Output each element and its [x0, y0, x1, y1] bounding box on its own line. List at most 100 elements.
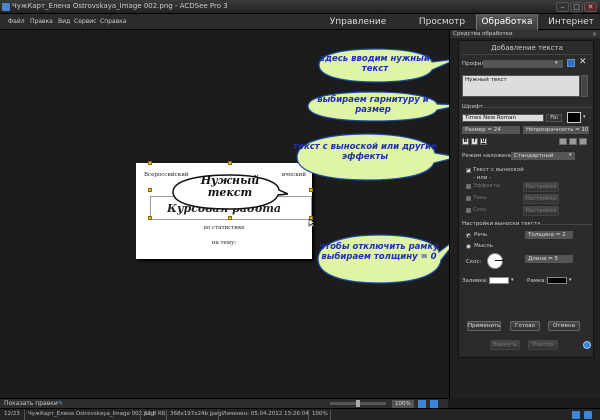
profile-select[interactable]	[483, 60, 563, 68]
resize-handle[interactable]	[148, 216, 152, 220]
thickness-slider[interactable]: Толщина = 2	[525, 231, 573, 239]
actual-size-icon[interactable]	[430, 400, 438, 408]
status-index: 12/23	[4, 411, 20, 417]
annotation-text-1: здесь вводим нужный текст	[320, 54, 430, 74]
annotation-callout-3: текст с выноской или другие эффекты	[293, 131, 459, 183]
text-input[interactable]: Нужный текст	[462, 75, 580, 97]
menu-mode-bar: Файл Правка Вид Сервис Справка Управлени…	[0, 14, 600, 30]
tab-manage[interactable]: Управление	[328, 14, 388, 30]
annotation-text-4: чтобы отключить рамку выбираем толщину =…	[319, 242, 439, 262]
resize-handle[interactable]	[148, 161, 152, 165]
frame-color-picker[interactable]	[547, 277, 567, 284]
menu-file[interactable]: Файл	[8, 18, 25, 25]
divider	[462, 54, 592, 55]
menu-edit[interactable]: Правка	[30, 18, 53, 25]
divider	[330, 410, 331, 420]
effects-checkbox[interactable]	[466, 184, 471, 189]
align-center-button[interactable]	[569, 138, 577, 145]
bevel-checkbox[interactable]	[466, 208, 471, 213]
bubble-text: Нужный текст	[200, 174, 260, 199]
resize-handle[interactable]	[309, 188, 313, 192]
effects-label: Эффекты	[473, 183, 501, 189]
resize-handle[interactable]	[228, 161, 232, 165]
status-bar: 12/23 ЧужКарт_Елена Ostrovskaya_Image 00…	[0, 408, 600, 420]
shadow-settings-button[interactable]: Настройки	[523, 194, 559, 204]
doc-line3: по статистике	[203, 225, 245, 231]
menu-view[interactable]: Вид	[58, 18, 70, 25]
add-text-tool: Добавление текста Профили ▾ ✕ Нужный тек…	[458, 40, 594, 358]
callout-checkbox[interactable]	[466, 166, 471, 173]
menu-help[interactable]: Справка	[100, 18, 126, 25]
status-dimensions: 368x197x24b jpeg	[170, 411, 222, 417]
redo-button[interactable]: Повтор	[528, 340, 558, 350]
done-button[interactable]: Готово	[510, 321, 540, 331]
undo-button[interactable]: Вернуть	[490, 340, 520, 350]
show-changes-button[interactable]: Показать правки	[4, 400, 58, 407]
bevel-label: Скос	[473, 207, 487, 213]
fill-color-picker[interactable]	[489, 277, 509, 284]
font-family-select[interactable]: Times New Roman	[462, 114, 544, 122]
align-left-button[interactable]	[559, 138, 567, 145]
speech-radio[interactable]	[466, 233, 471, 238]
minimize-button[interactable]: –	[556, 2, 569, 12]
fullscreen-icon[interactable]	[584, 411, 592, 419]
frame-label: Рамка:	[527, 278, 547, 284]
maximize-button[interactable]: □	[570, 2, 583, 12]
zoom-select[interactable]: 100%	[392, 400, 414, 408]
annotation-callout-1: здесь вводим нужный текст	[316, 46, 458, 84]
chevron-down-icon: ▾	[569, 277, 572, 283]
window-title: ЧужКарт_Елена Ostrovskaya_Image 002.png …	[12, 2, 228, 10]
cancel-button[interactable]: Отмена	[548, 321, 580, 331]
align-right-button[interactable]	[579, 138, 587, 145]
annotation-text-3: текст с выноской или другие эффекты	[293, 142, 437, 162]
length-slider[interactable]: Длина = 5	[525, 255, 573, 263]
text-scrollbar[interactable]	[581, 75, 588, 97]
help-icon[interactable]	[583, 341, 591, 349]
font-style-button[interactable]: Fbl	[546, 114, 562, 122]
save-icon[interactable]	[567, 59, 575, 67]
chevron-down-icon: ▾	[555, 60, 558, 66]
fit-icon[interactable]	[418, 400, 426, 408]
tools-panel: Средства обработки × Добавление текста П…	[449, 30, 600, 398]
chevron-down-icon: ▾	[583, 114, 586, 120]
italic-button[interactable]: I	[471, 138, 478, 145]
info-icon[interactable]	[572, 411, 580, 419]
shadow-label: Тень	[473, 195, 487, 201]
shadow-checkbox[interactable]	[466, 196, 471, 201]
font-color-picker[interactable]	[567, 112, 581, 123]
divider	[308, 410, 309, 420]
panel-close-icon[interactable]: ×	[592, 31, 597, 38]
doc-line4: на тему:	[211, 240, 237, 246]
resize-handle[interactable]	[228, 216, 232, 220]
annotation-text-2: выбираем гарнитуру и размер	[317, 95, 429, 115]
app-icon	[2, 3, 10, 11]
bevel-angle-dial[interactable]	[487, 253, 503, 269]
close-button[interactable]: ✕	[584, 2, 597, 12]
blend-mode-label: Режим наложения:	[462, 153, 518, 159]
underline-button[interactable]: U	[480, 138, 487, 145]
delete-icon[interactable]: ✕	[579, 57, 587, 67]
annotation-callout-4: чтобы отключить рамку выбираем толщину =…	[315, 232, 461, 286]
font-size-slider[interactable]: Размер = 24	[462, 126, 520, 134]
status-filename: ЧужКарт_Елена Ostrovskaya_Image 002.png	[28, 411, 155, 417]
opacity-slider[interactable]: Непрозрачность = 100	[523, 126, 589, 134]
wand-icon[interactable]: ✎	[58, 400, 63, 407]
fill-label: Заливка:	[462, 278, 488, 284]
tab-edit[interactable]: Обработка	[476, 14, 538, 30]
menu-tools[interactable]: Сервис	[74, 18, 96, 25]
effects-settings-button[interactable]: Настройки	[523, 182, 559, 192]
status-modified: Изменен: 05.04.2012 13:26:04	[222, 411, 309, 417]
zoom-slider-thumb[interactable]	[356, 400, 360, 407]
apply-button[interactable]: Применить	[467, 321, 501, 331]
status-zoom: 100%	[312, 411, 328, 417]
tab-view[interactable]: Просмотр	[414, 14, 470, 30]
thought-radio[interactable]	[466, 244, 471, 249]
bold-button[interactable]: B	[462, 138, 469, 145]
bevel-settings-button[interactable]: Настройки	[523, 206, 559, 216]
status-filesize: 12,8 КБ	[144, 411, 166, 417]
chevron-down-icon: ▾	[511, 277, 514, 283]
annotation-callout-2: выбираем гарнитуру и размер	[305, 89, 463, 123]
blend-mode-select[interactable]: Стандартный	[511, 152, 575, 160]
tab-online[interactable]: Интернет	[544, 14, 598, 30]
resize-handle[interactable]	[148, 188, 152, 192]
